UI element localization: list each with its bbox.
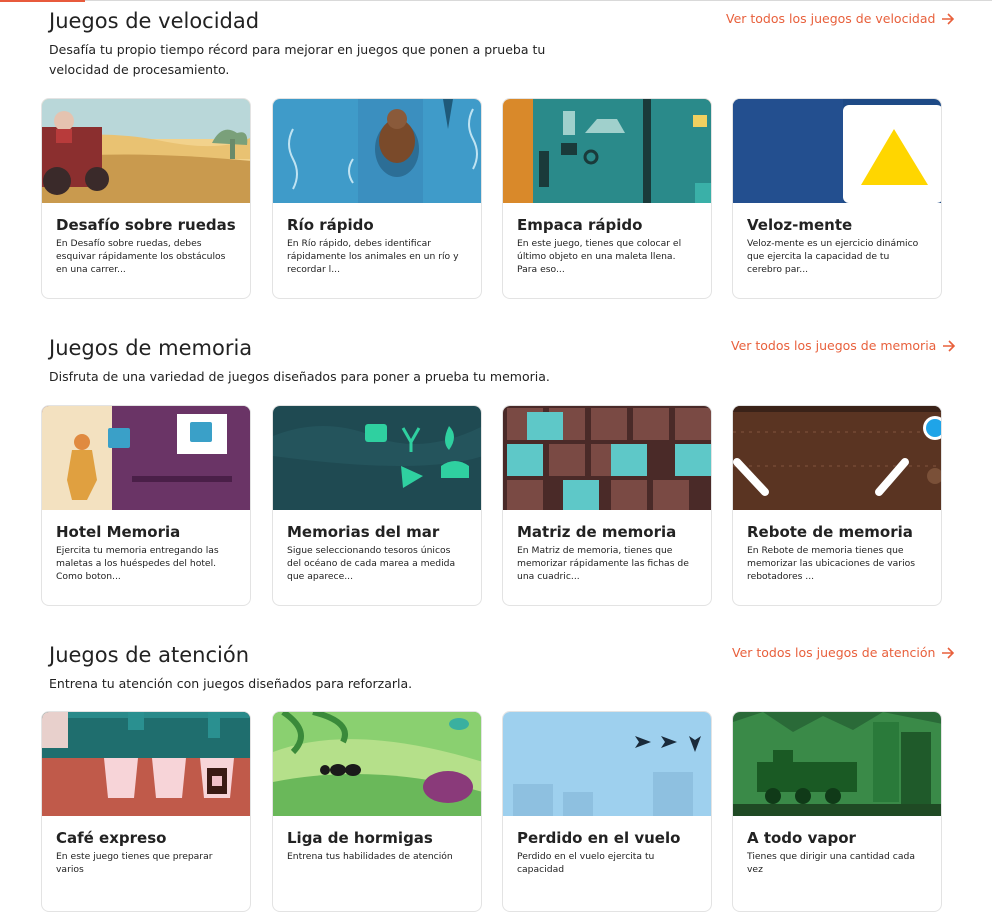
game-card-empaca-rapido[interactable]: Empaca rápido En este juego, tienes que … [502,98,712,299]
game-card-liga-de-hormigas[interactable]: Liga de hormigas Entrena tus habilidades… [272,711,482,912]
game-title: Veloz-mente [747,216,853,234]
game-title: Empaca rápido [517,216,643,234]
game-card-cafe-expreso[interactable]: Café expreso En este juego tienes que pr… [41,711,251,912]
game-title: A todo vapor [747,829,856,847]
see-all-memory-link[interactable]: Ver todos los juegos de memoria [731,338,956,353]
game-title: Liga de hormigas [287,829,433,847]
game-card-a-todo-vapor[interactable]: A todo vapor Tienes que dirigir una cant… [732,711,942,912]
top-divider [0,0,992,2]
game-title: Memorias del mar [287,523,440,541]
see-all-label: Ver todos los juegos de velocidad [726,11,936,26]
arrow-right-icon [942,12,955,25]
game-thumbnail [503,406,711,510]
game-card-rio-rapido[interactable]: Río rápido En Río rápido, debes identifi… [272,98,482,299]
game-thumbnail [733,99,941,203]
game-card-desafio-sobre-ruedas[interactable]: Desafío sobre ruedas En Desafío sobre ru… [41,98,251,299]
game-description: Veloz-mente es un ejercicio dinámico que… [747,238,919,275]
section-title: Juegos de velocidad [49,9,260,33]
game-thumbnail [42,712,250,816]
game-thumbnail [273,99,481,203]
game-thumbnail [273,712,481,816]
game-title: Café expreso [56,829,167,847]
see-all-attention-link[interactable]: Ver todos los juegos de atención [732,645,955,660]
game-description: Entrena tus habilidades de atención [287,851,453,862]
see-all-label: Ver todos los juegos de memoria [731,338,937,353]
game-description: Tienes que dirigir una cantidad cada vez [747,851,915,875]
game-card-perdido-en-el-vuelo[interactable]: Perdido en el vuelo Perdido en el vuelo … [502,711,712,912]
game-description: En Rebote de memoria tienes que memoriza… [747,545,916,582]
game-description: En Río rápido, debes identificar rápidam… [287,238,459,275]
game-thumbnail [273,406,481,510]
game-card-rebote-de-memoria[interactable]: Rebote de memoria En Rebote de memoria t… [732,405,942,606]
game-description: En Desafío sobre ruedas, debes esquivar … [56,238,226,275]
game-thumbnail [503,712,711,816]
arrow-right-icon [942,646,955,659]
game-card-hotel-memoria[interactable]: Hotel Memoria Ejercita tu memoria entreg… [41,405,251,606]
game-thumbnail [733,406,941,510]
section-title: Juegos de memoria [49,336,253,360]
game-title: Rebote de memoria [747,523,913,541]
active-tab-indicator [0,0,85,2]
game-card-memorias-del-mar[interactable]: Memorias del mar Sigue seleccionando tes… [272,405,482,606]
game-description: En este juego tienes que preparar varios [56,851,213,875]
game-title: Río rápido [287,216,374,234]
game-description: Perdido en el vuelo ejercita tu capacida… [517,851,655,875]
game-thumbnail [733,712,941,816]
arrow-right-icon [943,339,956,352]
section-description: Entrena tu atención con juegos diseñados… [49,676,413,691]
game-thumbnail [42,99,250,203]
game-thumbnail [503,99,711,203]
game-title: Hotel Memoria [56,523,181,541]
game-description: En este juego, tienes que colocar el últ… [517,238,682,275]
game-description: Sigue seleccionando tesoros únicos del o… [287,545,456,582]
game-title: Perdido en el vuelo [517,829,681,847]
game-description: En Matriz de memoria, tienes que memoriz… [517,545,689,582]
game-thumbnail [42,406,250,510]
see-all-label: Ver todos los juegos de atención [732,645,936,660]
game-title: Desafío sobre ruedas [56,216,236,234]
section-title: Juegos de atención [49,643,250,667]
section-description: Disfruta de una variedad de juegos diseñ… [49,369,550,384]
game-description: Ejercita tu memoria entregando las malet… [56,545,219,582]
game-card-matriz-de-memoria[interactable]: Matriz de memoria En Matriz de memoria, … [502,405,712,606]
section-description: Desafía tu propio tiempo récord para mej… [49,42,546,77]
see-all-speed-link[interactable]: Ver todos los juegos de velocidad [726,11,955,26]
game-card-veloz-mente[interactable]: Veloz-mente Veloz-mente es un ejercicio … [732,98,942,299]
game-title: Matriz de memoria [517,523,677,541]
